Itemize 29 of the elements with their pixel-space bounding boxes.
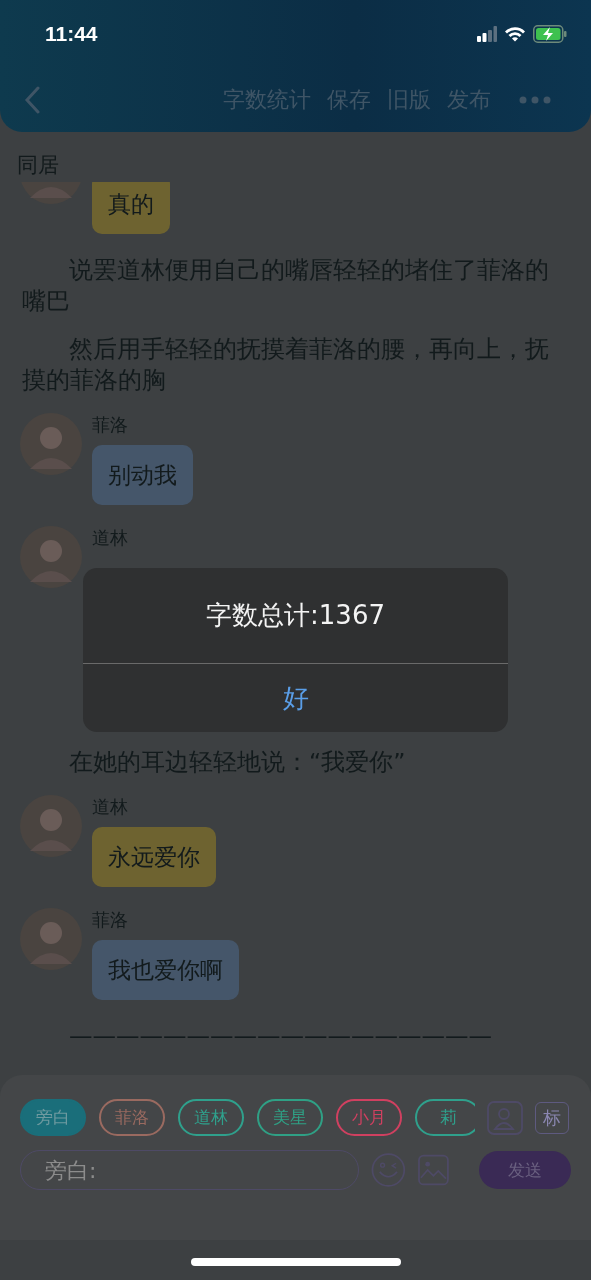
message-bubble: 永远爱你	[92, 827, 216, 887]
avatar	[20, 908, 82, 970]
role-chip[interactable]: 旁白	[20, 1099, 86, 1136]
signal-icon	[477, 26, 497, 42]
message-bubble: 别动我	[92, 445, 193, 505]
role-chip[interactable]: 小月	[336, 1099, 402, 1136]
message-bubble: 我也爱你啊	[92, 940, 239, 1000]
contact-icon[interactable]	[487, 1100, 523, 1135]
alert-title: 字数总计:1367	[83, 568, 508, 664]
image-icon[interactable]	[418, 1154, 449, 1186]
ok-button[interactable]: 好	[83, 664, 508, 732]
emoji-icon[interactable]	[371, 1152, 407, 1188]
role-chip[interactable]: 美星	[257, 1099, 323, 1136]
avatar	[20, 413, 82, 475]
avatar	[20, 526, 82, 588]
role-chip[interactable]: 菲洛	[99, 1099, 165, 1136]
back-icon[interactable]	[24, 86, 40, 114]
input-field[interactable]: 旁白:	[20, 1150, 360, 1190]
battery-icon	[533, 25, 567, 43]
role-chip[interactable]: 莉	[415, 1099, 475, 1136]
avatar	[20, 795, 82, 857]
message-bubble: 真的	[92, 182, 170, 234]
home-indicator[interactable]	[190, 1258, 401, 1266]
status-time: 11:44	[45, 22, 98, 46]
more-icon[interactable]	[519, 96, 551, 104]
tag-button[interactable]: 标	[535, 1101, 569, 1134]
narration-text: ——————————————————	[68, 1021, 493, 1052]
role-chip[interactable]: 道林	[178, 1099, 244, 1136]
wifi-icon	[504, 26, 526, 42]
